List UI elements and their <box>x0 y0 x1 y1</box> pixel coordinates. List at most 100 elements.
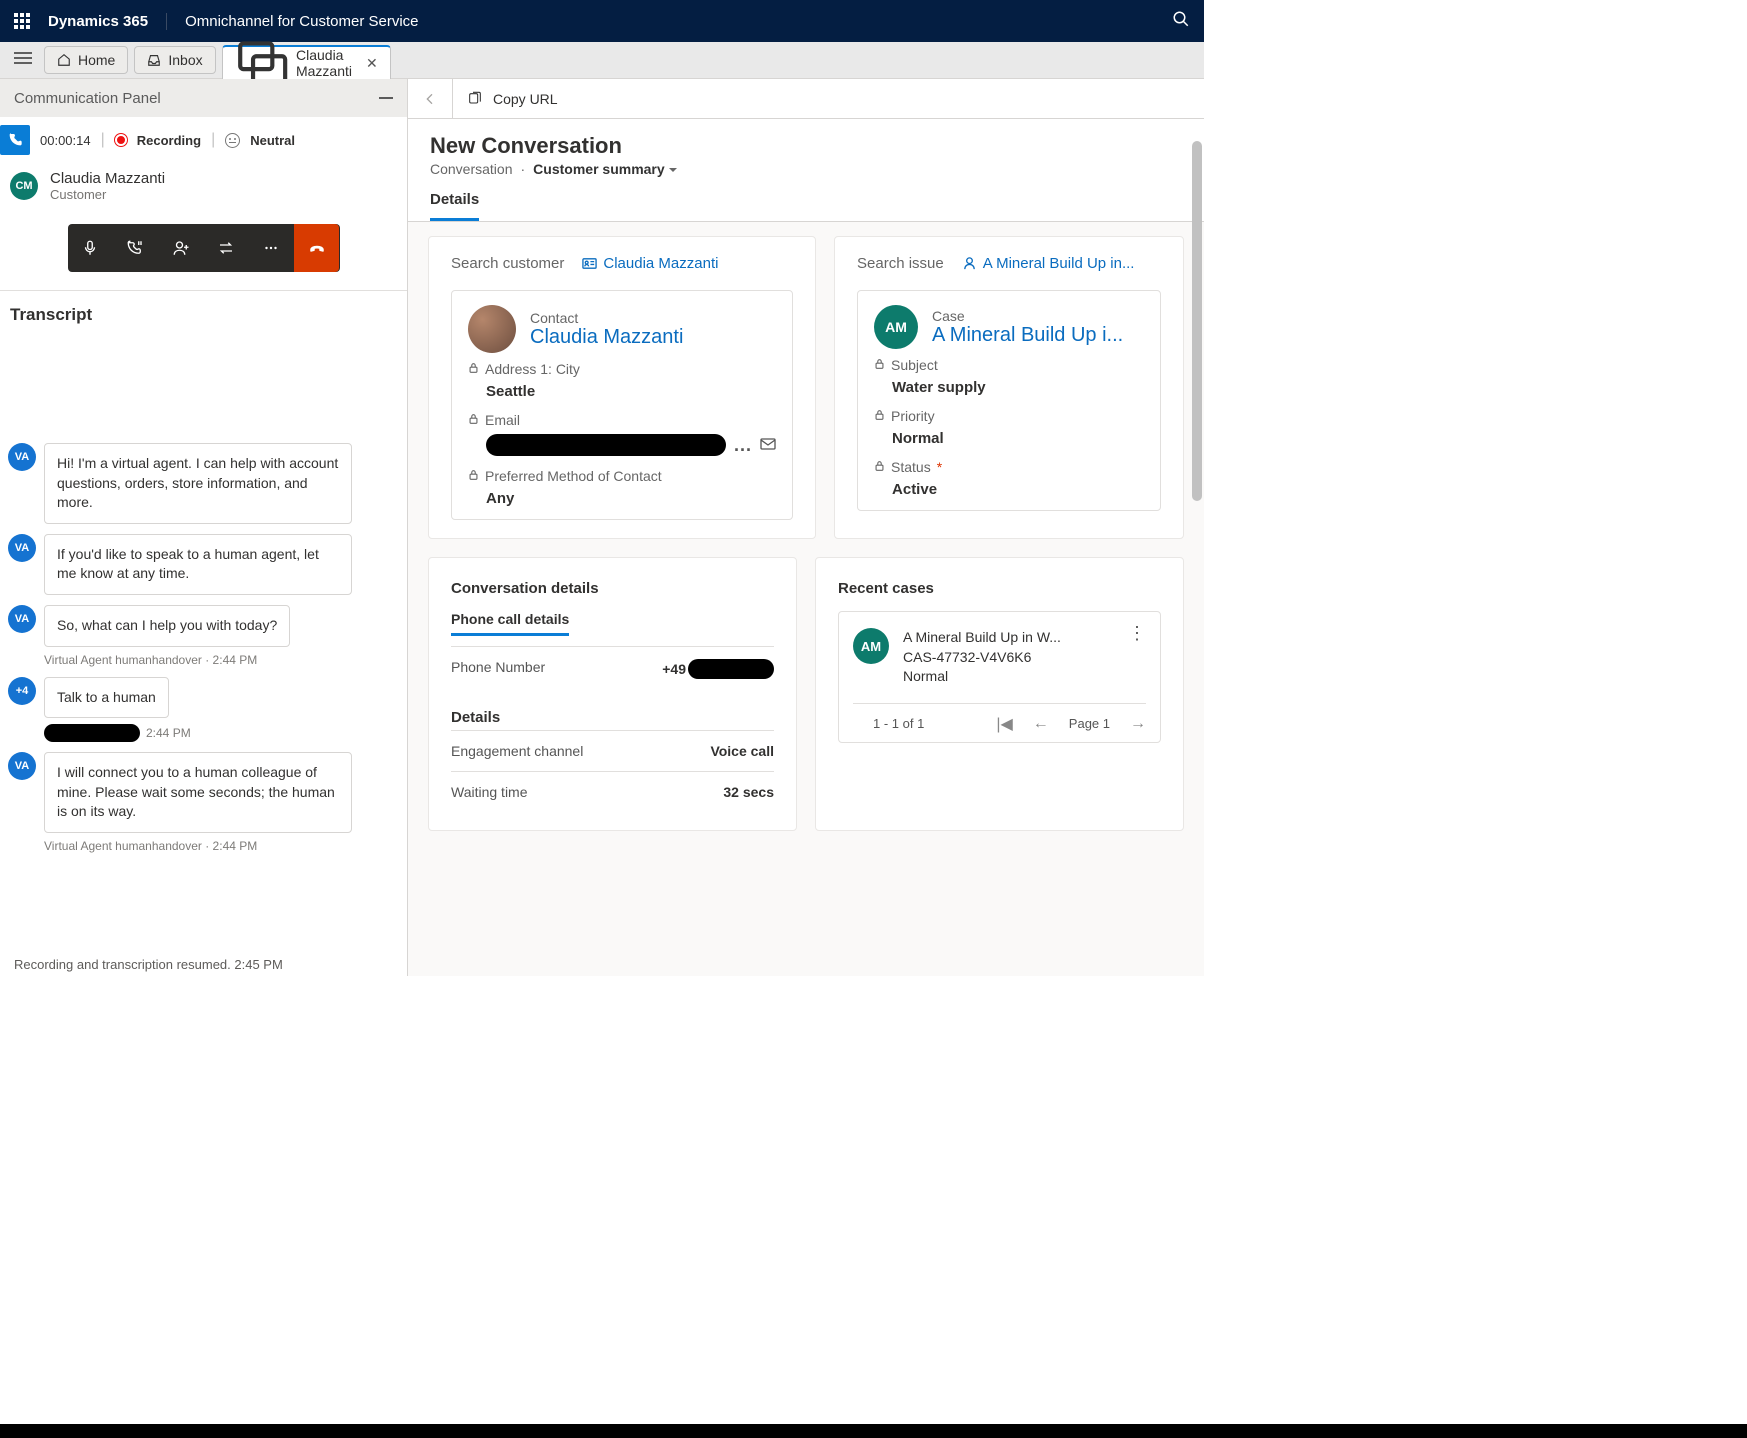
transcript-list: VA Hi! I'm a virtual agent. I can help w… <box>0 333 407 955</box>
conversation-toolbar: Copy URL <box>408 79 1204 119</box>
contact-photo <box>468 305 516 353</box>
lock-icon <box>468 468 479 484</box>
hold-button[interactable] <box>113 224 158 272</box>
back-button[interactable] <box>408 91 452 107</box>
contact-name-link[interactable]: Claudia Mazzanti <box>530 326 683 349</box>
message-bubble: So, what can I help you with today? <box>44 605 290 647</box>
call-status-bar: 00:00:14 | Recording | Neutral <box>0 117 407 164</box>
pager: 1 - 1 of 1 |◀ ← Page 1 → <box>853 703 1146 734</box>
phone-number-value: +49 <box>662 659 774 679</box>
comm-panel-header: Communication Panel <box>0 79 407 117</box>
pager-first-icon[interactable]: |◀ <box>996 714 1012 734</box>
hangup-button[interactable] <box>294 224 339 272</box>
lock-icon <box>874 408 885 424</box>
add-person-button[interactable] <box>158 224 203 272</box>
message-row: VA I will connect you to a human colleag… <box>8 752 393 833</box>
sentiment-label: Neutral <box>250 133 295 148</box>
call-controls <box>68 224 340 272</box>
tab-strip: Home Inbox Claudia Mazzanti ✕ <box>0 42 1204 79</box>
mute-button[interactable] <box>68 224 113 272</box>
customer-avatar: CM <box>10 172 38 200</box>
pager-prev-icon[interactable]: ← <box>1033 715 1049 733</box>
engagement-value: Voice call <box>710 743 774 759</box>
recent-case-menu-icon[interactable]: ⋮ <box>1128 628 1146 639</box>
priority-value: Normal <box>874 424 1144 451</box>
recent-case-number: CAS-47732-V4V6K6 <box>903 648 1114 668</box>
top-bar: Dynamics 365 Omnichannel for Customer Se… <box>0 0 1204 42</box>
va-avatar: VA <box>8 605 36 633</box>
pager-page: Page 1 <box>1069 716 1110 731</box>
conversation-pane: Copy URL New Conversation Conversation ·… <box>408 79 1204 976</box>
comm-panel-title: Communication Panel <box>14 90 161 107</box>
issue-link[interactable]: A Mineral Build Up in... <box>962 255 1135 272</box>
message-bubble: Hi! I'm a virtual agent. I can help with… <box>44 443 352 524</box>
tab-active-label: Claudia Mazzanti <box>296 47 352 79</box>
tab-details[interactable]: Details <box>430 191 479 221</box>
envelope-icon[interactable] <box>760 437 776 454</box>
message-meta: Virtual Agent humanhandover · 2:44 PM <box>44 653 393 667</box>
search-customer-label: Search customer <box>451 255 564 272</box>
redacted-phone <box>688 659 774 679</box>
communication-panel: Communication Panel 00:00:14 | Recording… <box>0 79 408 976</box>
customer-link[interactable]: Claudia Mazzanti <box>582 255 718 272</box>
message-meta: Virtual Agent humanhandover · 2:44 PM <box>44 839 393 853</box>
case-label: Case <box>932 308 1123 324</box>
scrollbar-thumb[interactable] <box>1192 141 1202 501</box>
more-button[interactable] <box>249 224 294 272</box>
message-bubble: Talk to a human <box>44 677 169 719</box>
issue-card: Search issue A Mineral Build Up in... AM… <box>834 236 1184 539</box>
sentiment-icon <box>225 133 240 148</box>
tab-active[interactable]: Claudia Mazzanti ✕ <box>222 45 391 79</box>
customer-role: Customer <box>50 187 165 202</box>
redacted-sender <box>44 724 140 742</box>
close-tab-icon[interactable]: ✕ <box>366 55 378 72</box>
customer-card: Search customer Claudia Mazzanti Contact… <box>428 236 816 539</box>
pmoc-value: Any <box>468 484 776 511</box>
detail-tabs: Details <box>408 181 1204 222</box>
search-issue-label: Search issue <box>857 255 944 272</box>
section-dropdown[interactable]: Customer summary <box>533 161 677 177</box>
copy-url-button[interactable]: Copy URL <box>453 91 572 107</box>
system-note: Recording and transcription resumed. 2:4… <box>0 955 407 976</box>
detail-body: Search customer Claudia Mazzanti Contact… <box>408 222 1204 976</box>
app-name: Omnichannel for Customer Service <box>167 13 418 30</box>
app-launcher-icon[interactable] <box>14 13 30 29</box>
email-value: ... <box>468 428 776 460</box>
inbox-icon <box>147 53 161 67</box>
tab-home-label: Home <box>78 52 115 68</box>
tab-inbox[interactable]: Inbox <box>134 46 215 74</box>
tab-home[interactable]: Home <box>44 46 128 74</box>
details-subheading: Details <box>451 691 774 730</box>
participants-avatar: +4 <box>8 677 36 705</box>
conversation-details-title: Conversation details <box>451 576 774 611</box>
hamburger-icon[interactable] <box>8 47 38 74</box>
message-row: VA So, what can I help you with today? <box>8 605 393 647</box>
phone-number-label: Phone Number <box>451 659 545 679</box>
search-icon[interactable] <box>1172 10 1190 33</box>
case-name-link[interactable]: A Mineral Build Up i... <box>932 324 1123 347</box>
case-inner-card: AM Case A Mineral Build Up i... Subject … <box>857 290 1161 511</box>
phone-call-tab[interactable]: Phone call details <box>451 611 569 636</box>
page-title: New Conversation <box>430 133 1182 159</box>
case-avatar: AM <box>874 305 918 349</box>
status-value: Active <box>874 475 1144 502</box>
recent-case-item[interactable]: AM A Mineral Build Up in W... CAS-47732-… <box>853 628 1146 687</box>
case-icon <box>962 256 977 271</box>
contact-label: Contact <box>530 310 683 326</box>
transfer-button[interactable] <box>203 224 248 272</box>
tab-inbox-label: Inbox <box>168 52 202 68</box>
message-time: 2:44 PM <box>146 726 191 740</box>
waiting-value: 32 secs <box>723 784 774 800</box>
minimize-icon[interactable] <box>379 97 393 99</box>
contact-inner-card: Contact Claudia Mazzanti Address 1: City… <box>451 290 793 520</box>
recent-cases-title: Recent cases <box>838 576 1161 611</box>
pager-count: 1 - 1 of 1 <box>873 716 924 731</box>
lock-icon <box>468 361 479 377</box>
recent-cases-card: Recent cases AM A Mineral Build Up in W.… <box>815 557 1184 831</box>
recent-case-priority: Normal <box>903 667 1114 687</box>
pager-next-icon[interactable]: → <box>1130 715 1146 733</box>
lock-icon <box>874 459 885 475</box>
copy-url-icon <box>467 91 483 107</box>
call-timer: 00:00:14 <box>40 133 91 148</box>
recent-case-title: A Mineral Build Up in W... <box>903 628 1114 648</box>
